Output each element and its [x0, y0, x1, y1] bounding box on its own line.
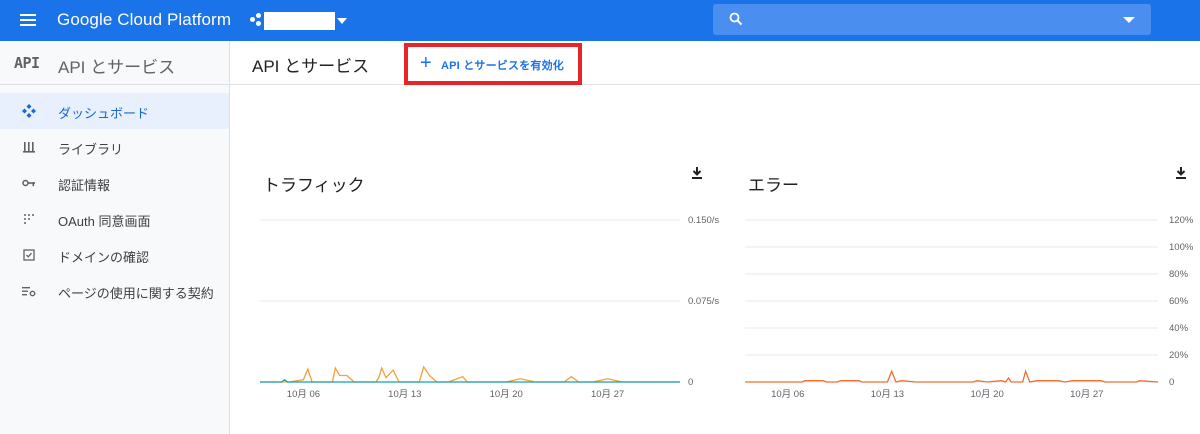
- chevron-down-icon: [337, 18, 347, 24]
- sidebar-item-library[interactable]: ライブラリ: [0, 129, 229, 165]
- sidebar-item-label: ページの使用に関する契約: [58, 286, 214, 301]
- sidebar-title: API とサービス: [58, 58, 176, 77]
- y-tick-label: 0: [1169, 377, 1174, 388]
- sidebar: API API とサービス ダッシュボード ライブラリ 認証情報 OAuth 同…: [0, 41, 230, 434]
- enable-apis-label: API とサービスを有効化: [441, 60, 564, 72]
- sidebar-item-credentials[interactable]: 認証情報: [0, 165, 229, 201]
- settings-list-icon: [22, 287, 36, 297]
- x-tick-label: 10月 27: [1070, 389, 1103, 400]
- top-app-bar: Google Cloud Platform: [0, 0, 1200, 41]
- sidebar-item-oauth-consent[interactable]: OAuth 同意画面: [0, 201, 229, 237]
- sidebar-item-label: ドメインの確認: [58, 250, 150, 265]
- sidebar-item-label: OAuth 同意画面: [58, 214, 151, 229]
- x-tick-label: 10月 13: [871, 389, 904, 400]
- traffic-chart-title: トラフィック: [263, 176, 365, 195]
- y-tick-label: 0.150/s: [688, 215, 719, 226]
- sidebar-item-domain-verification[interactable]: ドメインの確認: [0, 237, 229, 273]
- y-tick-label: 120%: [1169, 215, 1194, 226]
- y-tick-label: 20%: [1169, 350, 1189, 361]
- project-selector[interactable]: [250, 10, 350, 32]
- checkbox-icon: [23, 249, 35, 261]
- key-icon: [22, 179, 35, 187]
- error-chart: 120% 100% 80% 60% 40% 20% 0 10月 06 10月 13 10月 20 1…: [745, 215, 1194, 400]
- sidebar-item-label: ライブラリ: [58, 142, 124, 157]
- dashboard-icon: [22, 104, 36, 118]
- page-header: API とサービス + API とサービスを有効化: [230, 41, 1200, 85]
- y-tick-label: 80%: [1169, 269, 1189, 280]
- api-logo: API: [14, 54, 40, 72]
- plus-icon: +: [420, 52, 432, 74]
- x-tick-label: 10月 20: [490, 389, 523, 400]
- sidebar-item-dashboard[interactable]: ダッシュボード: [0, 93, 229, 129]
- sidebar-item-label: 認証情報: [58, 178, 111, 193]
- y-tick-label: 60%: [1169, 296, 1189, 307]
- project-hexagon-icon: [250, 13, 262, 27]
- x-tick-label: 10月 27: [591, 389, 624, 400]
- traffic-chart: 0.150/s 0.075/s 0 10月 06 10月 13 10月 20 10月 27: [260, 215, 719, 400]
- sidebar-item-label: ダッシュボード: [58, 106, 150, 121]
- series-line: [260, 365, 680, 383]
- sidebar-item-page-usage-agreements[interactable]: ページの使用に関する契約: [0, 273, 229, 309]
- error-chart-title: エラー: [748, 176, 799, 195]
- sidebar-header: API API とサービス: [0, 41, 229, 85]
- library-icon: [23, 142, 35, 153]
- x-tick-label: 10月 20: [970, 389, 1003, 400]
- search-dropdown-icon[interactable]: [1123, 17, 1135, 23]
- y-tick-label: 0: [688, 377, 693, 388]
- menu-icon[interactable]: [20, 14, 36, 26]
- enable-apis-button[interactable]: + API とサービスを有効化: [404, 43, 582, 85]
- consent-icon: [24, 214, 34, 224]
- search-bar[interactable]: [713, 4, 1151, 35]
- x-tick-label: 10月 06: [771, 389, 804, 400]
- brand-title[interactable]: Google Cloud Platform: [57, 10, 231, 30]
- y-tick-label: 0.075/s: [688, 296, 719, 307]
- download-icon[interactable]: [690, 166, 704, 180]
- search-input[interactable]: [753, 8, 1113, 30]
- x-tick-label: 10月 13: [388, 389, 421, 400]
- x-tick-label: 10月 06: [287, 389, 320, 400]
- download-icon[interactable]: [1174, 166, 1188, 180]
- project-name-redacted: [264, 12, 335, 30]
- page-title: API とサービス: [252, 57, 370, 76]
- y-tick-label: 40%: [1169, 323, 1189, 334]
- search-icon: [729, 12, 743, 26]
- series-line: [745, 369, 1159, 383]
- y-tick-label: 100%: [1169, 242, 1194, 253]
